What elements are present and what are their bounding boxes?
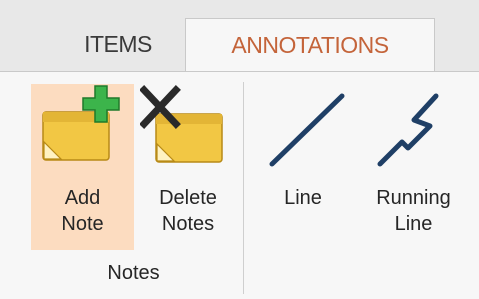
ribbon-window: ITEMS ANNOTATIONS Add Note Delete Notes bbox=[0, 0, 479, 299]
line-label: Line bbox=[284, 187, 322, 209]
running-line-label-line1: Running bbox=[376, 187, 451, 209]
running-line-button[interactable]: Running Line bbox=[356, 84, 471, 250]
delete-notes-icon bbox=[140, 85, 223, 163]
add-note-label-line2: Note bbox=[61, 213, 104, 235]
delete-notes-label-line2: Notes bbox=[161, 213, 215, 235]
add-note-button[interactable]: Add Note bbox=[31, 84, 134, 250]
tab-strip: ITEMS ANNOTATIONS bbox=[0, 0, 479, 72]
tab-annotations[interactable]: ANNOTATIONS bbox=[185, 18, 435, 72]
add-note-label-line1: Add bbox=[64, 187, 101, 209]
tab-items[interactable]: ITEMS bbox=[48, 18, 188, 71]
group-separator bbox=[243, 82, 244, 294]
running-line-label-line2: Line bbox=[394, 213, 433, 235]
running-line-icon bbox=[377, 93, 439, 167]
add-note-icon bbox=[42, 85, 120, 161]
delete-notes-button[interactable]: Delete Notes bbox=[140, 84, 236, 250]
group-label-notes: Notes bbox=[107, 262, 160, 284]
line-button[interactable]: Line bbox=[258, 84, 348, 250]
line-icon bbox=[269, 93, 345, 167]
delete-notes-label-line1: Delete bbox=[159, 187, 217, 209]
